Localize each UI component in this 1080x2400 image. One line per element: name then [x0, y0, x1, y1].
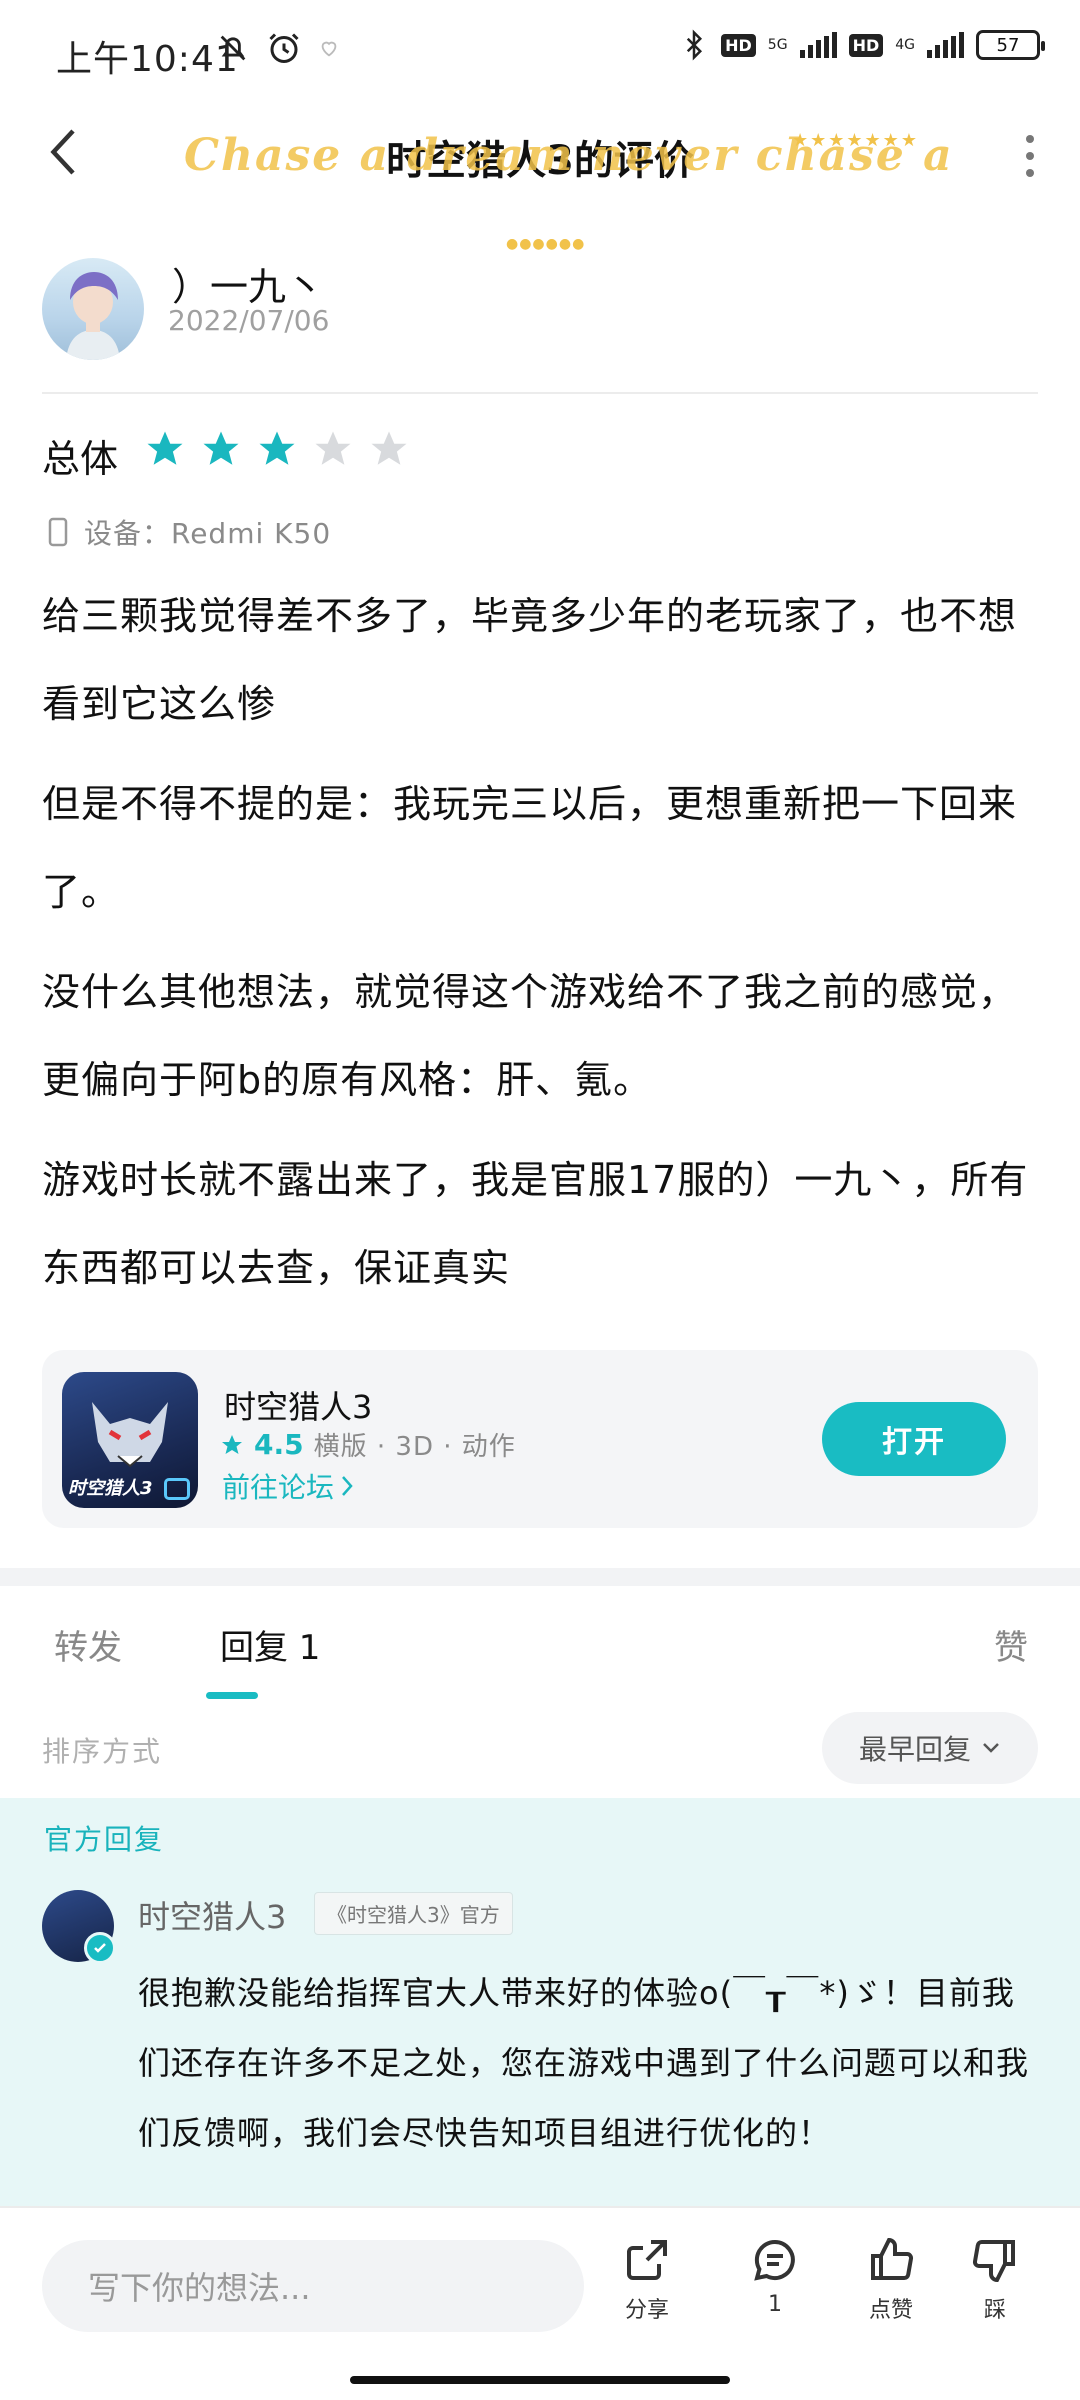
official-reply-label: 官方回复 [44, 1823, 165, 1856]
open-app-button[interactable]: 打开 [822, 1402, 1006, 1476]
rating-label: 总体 [42, 437, 119, 481]
star-filled-icon [259, 431, 295, 465]
tab-replies[interactable]: 回复 1 [220, 1620, 320, 1669]
share-label: 分享 [624, 2298, 669, 2323]
dislike-button[interactable]: 踩 [950, 2236, 1040, 2324]
battery-level: 57 [996, 34, 1020, 56]
more-options-button[interactable] [1002, 128, 1058, 184]
avatar-illustration [66, 272, 120, 360]
divider [42, 392, 1038, 394]
device-text: 设备：Redmi K50 [84, 517, 332, 550]
alarm-icon [269, 33, 299, 63]
star-filled-icon [203, 431, 239, 465]
battery-icon: 57 [976, 30, 1045, 60]
device-info: 设备：Redmi K50 [48, 512, 331, 552]
mute-bell-icon [220, 35, 246, 61]
network-4g: 4G [895, 37, 915, 53]
star-empty-icon [315, 431, 351, 465]
sort-label: 排序方式 [42, 1735, 163, 1768]
review-body: 给三颗我觉得差不多了，毕竟多少年的老玩家了，也不想看到它这么惨 但是不得不提的是… [42, 572, 1042, 1324]
share-icon [627, 2240, 667, 2280]
like-button[interactable]: 点赞 [846, 2236, 936, 2324]
status-time: 上午10:41 [56, 39, 239, 80]
home-indicator[interactable] [350, 2376, 730, 2384]
review-paragraph: 没什么其他想法，就觉得这个游戏给不了我之前的感觉，更偏向于阿b的原有风格：肝、氪… [42, 970, 1018, 1102]
chevron-down-icon [983, 1743, 999, 1753]
thumbs-up-icon [871, 2237, 914, 2280]
comment-button[interactable]: 1 [730, 2236, 820, 2317]
comment-input[interactable]: 写下你的想法... [42, 2240, 584, 2332]
comment-icon [754, 2239, 795, 2281]
signal-icon [799, 32, 837, 58]
forum-link-label: 前往论坛 [222, 1471, 335, 1504]
phone-icon [48, 517, 68, 547]
heart-icon [321, 41, 337, 57]
share-button[interactable]: 分享 [602, 2236, 692, 2324]
chevron-right-icon [342, 1476, 353, 1496]
title-bar: 时空猎人3的评价 Chase a dream never chase a ★★★… [0, 100, 1080, 252]
like-label: 点赞 [868, 2298, 913, 2323]
app-name: 时空猎人3 [224, 1388, 373, 1426]
status-right: HD 5G HD 4G 57 [679, 28, 1045, 62]
star-empty-icon [371, 431, 407, 465]
review-paragraph: 但是不得不提的是：我玩完三以后，更想重新把一下回来了。 [42, 782, 1018, 914]
app-card[interactable]: 时空猎人3 时空猎人3 4.5 横版 · 3D · 动作 前往论坛 打开 [42, 1350, 1038, 1528]
bluetooth-icon [686, 29, 703, 61]
author-name[interactable]: ）一九丶 [172, 256, 324, 311]
app-icon-label: 时空猎人3 [68, 1478, 153, 1499]
network-5g: 5G [767, 37, 788, 53]
star-rating [144, 428, 410, 470]
sort-dropdown[interactable]: 最早回复 [822, 1712, 1038, 1784]
verified-icon [84, 1932, 116, 1964]
overlay-stars-decoration: ★★★★★★★ [792, 130, 919, 151]
dislike-label: 踩 [983, 2298, 1006, 2323]
thumbs-down-icon [972, 2240, 1015, 2283]
dot-icon [1026, 152, 1034, 160]
tv-icon [164, 1478, 190, 1500]
forum-link[interactable]: 前往论坛 [222, 1466, 354, 1506]
active-tab-indicator [206, 1692, 258, 1699]
app-icon: 时空猎人3 [62, 1372, 198, 1508]
reply-tabs: 转发 回复 1 赞 [0, 1610, 1080, 1699]
official-tag: 《时空猎人3》官方 [314, 1892, 513, 1935]
author-avatar[interactable] [42, 258, 144, 360]
star-icon [222, 1434, 242, 1454]
app-tags: 横版 · 3D · 动作 [313, 1432, 516, 1462]
hd-badge-2: HD [848, 33, 884, 57]
section-separator [0, 1568, 1080, 1586]
star-filled-icon [147, 431, 183, 465]
official-reply: 官方回复 时空猎人3 《时空猎人3》官方 很抱歉没能给指挥官大人带来好的体验o(… [0, 1798, 1080, 2210]
app-meta: 4.5 横版 · 3D · 动作 [220, 1426, 516, 1463]
app-score: 4.5 [254, 1428, 304, 1461]
status-icons-left [216, 30, 340, 66]
hd-badge: HD [721, 33, 756, 57]
overlay-dots-decoration: ●●●●●● [506, 236, 586, 252]
tab-forward[interactable]: 转发 [54, 1620, 122, 1669]
dot-icon [1026, 135, 1034, 143]
status-bar: 上午10:41 HD 5G HD 4G 57 [0, 0, 1080, 100]
sort-row: 排序方式 最早回复 [0, 1712, 1080, 1788]
official-name[interactable]: 时空猎人3 [138, 1892, 286, 1938]
comment-count: 1 [768, 2292, 782, 2317]
review-paragraph: 给三颗我觉得差不多了，毕竟多少年的老玩家了，也不想看到它这么惨 [42, 594, 1018, 726]
review-date: 2022/07/06 [168, 304, 330, 337]
official-reply-text: 很抱歉没能给指挥官大人带来好的体验o(￣┰￣*)ゞ！目前我们还存在许多不足之处，… [138, 1974, 1030, 2152]
signal-icon-2 [927, 32, 964, 58]
dot-icon [1026, 169, 1034, 177]
sort-selected: 最早回复 [858, 1733, 971, 1766]
review-paragraph: 游戏时长就不露出来了，我是官服17服的）一九丶，所有东西都可以去查，保证真实 [42, 1158, 1029, 1290]
tab-likes[interactable]: 赞 [994, 1620, 1028, 1669]
bottom-bar: 写下你的想法... 分享 1 点赞 踩 [0, 2206, 1080, 2366]
